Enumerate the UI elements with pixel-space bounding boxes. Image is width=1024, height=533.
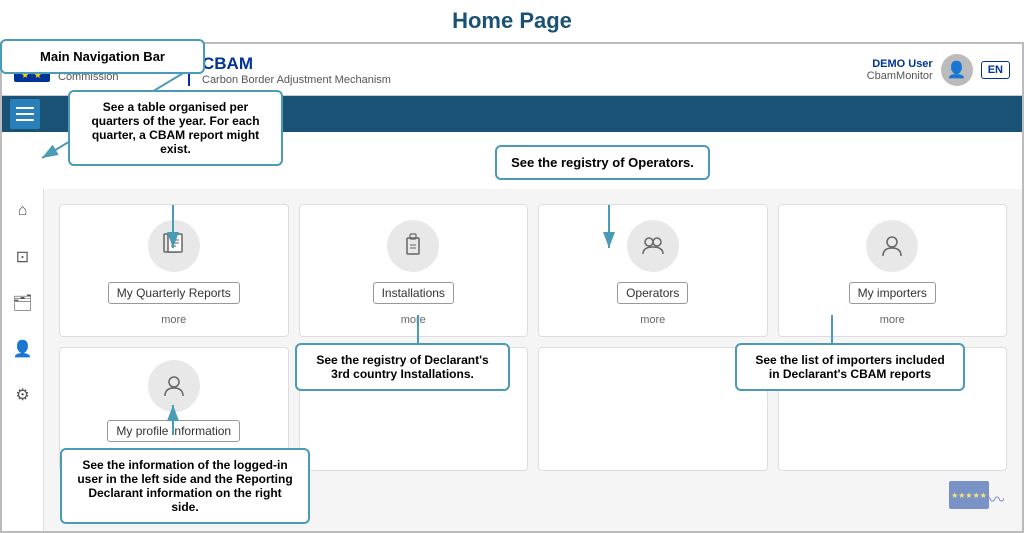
quarterly-callout: See a table organised per quarters of th… xyxy=(68,90,283,166)
importers-icon xyxy=(866,220,918,272)
operators-icon xyxy=(627,220,679,272)
user-role: CbamMonitor xyxy=(867,70,933,82)
installations-callout: See the registry of Declarant's 3rd coun… xyxy=(295,343,510,391)
cbam-title: CBAM xyxy=(202,54,391,74)
installations-button[interactable]: Installations xyxy=(373,282,454,304)
sidebar-users-icon[interactable]: 👤 xyxy=(9,335,37,363)
installations-more[interactable]: more xyxy=(401,314,426,326)
svg-text:★★★★★: ★★★★★ xyxy=(951,491,987,500)
header-right: DEMO User CbamMonitor 👤 EN xyxy=(867,54,1010,86)
cards-row1: My Quarterly Reports more Installations xyxy=(44,189,1022,347)
operators-card: Operators more xyxy=(538,204,768,337)
importers-card: My importers more xyxy=(778,204,1008,337)
hamburger-icon xyxy=(16,107,34,121)
profile-callout: See the information of the logged-in use… xyxy=(60,448,310,524)
nav-callout: Main Navigation Bar xyxy=(0,39,205,74)
quarterly-icon xyxy=(148,220,200,272)
quarterly-reports-card: My Quarterly Reports more xyxy=(59,204,289,337)
operators-more[interactable]: more xyxy=(640,314,665,326)
sidebar: ⌂ ⊡ 🗂 👤 ⚙ xyxy=(2,189,44,531)
avatar: 👤 xyxy=(941,54,973,86)
sidebar-home-icon[interactable]: ⌂ xyxy=(9,197,37,225)
page-wrapper: Home Page ★ ★★ ★ European Commission CBA… xyxy=(0,0,1024,533)
hamburger-button[interactable] xyxy=(10,99,40,129)
page-title: Home Page xyxy=(0,8,1024,34)
eu-bottom-logo: ★★★★★ 〰 xyxy=(949,476,1004,521)
operators-button[interactable]: Operators xyxy=(617,282,688,304)
profile-icon xyxy=(148,360,200,412)
sidebar-settings-icon[interactable]: ⚙ xyxy=(9,381,37,409)
sidebar-reports-icon[interactable]: ⊡ xyxy=(9,243,37,271)
user-name: DEMO User xyxy=(867,58,933,70)
language-button[interactable]: EN xyxy=(981,61,1010,79)
empty-card-3 xyxy=(538,347,768,471)
importers-callout: See the list of importers included in De… xyxy=(735,343,965,391)
cbam-subtitle: Carbon Border Adjustment Mechanism xyxy=(202,74,391,86)
profile-button[interactable]: My profile information xyxy=(107,420,240,442)
page-title-bar: Home Page xyxy=(0,0,1024,38)
installations-card: Installations more xyxy=(299,204,529,337)
operators-callout: See the registry of Operators. xyxy=(495,145,710,180)
quarterly-more[interactable]: more xyxy=(161,314,186,326)
cbam-header: CBAM Carbon Border Adjustment Mechanism xyxy=(188,54,391,86)
user-info: DEMO User CbamMonitor xyxy=(867,58,933,82)
importers-button[interactable]: My importers xyxy=(849,282,936,304)
installations-icon xyxy=(387,220,439,272)
svg-text:〰: 〰 xyxy=(988,490,1004,510)
sidebar-files-icon[interactable]: 🗂 xyxy=(9,289,37,317)
quarterly-reports-button[interactable]: My Quarterly Reports xyxy=(108,282,240,304)
importers-more[interactable]: more xyxy=(880,314,905,326)
